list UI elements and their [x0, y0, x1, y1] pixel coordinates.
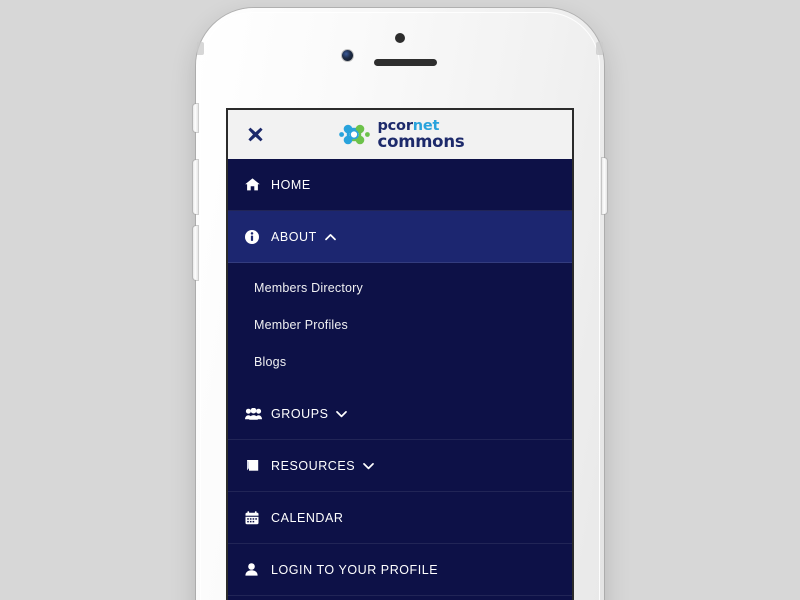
- brand-logo[interactable]: pcornet commons: [339, 117, 465, 151]
- nav-item-calendar[interactable]: CALENDAR: [228, 492, 572, 544]
- submenu-item-blogs[interactable]: Blogs: [228, 343, 572, 380]
- chevron-down-icon[interactable]: [363, 462, 374, 470]
- info-circle-icon: [245, 229, 262, 244]
- users-icon: [245, 407, 262, 420]
- close-icon[interactable]: [238, 110, 272, 159]
- logo-text-net: net: [412, 117, 440, 134]
- proximity-sensor-icon: [395, 33, 405, 43]
- volume-up-button[interactable]: [193, 160, 198, 214]
- logo-wordmark: pcornet commons: [377, 117, 465, 151]
- logo-text-pcor: pcor: [377, 117, 413, 134]
- chevron-up-icon[interactable]: [324, 233, 336, 241]
- submenu-label-member-profiles: Member Profiles: [254, 317, 348, 332]
- nav-label-about: ABOUT: [271, 229, 317, 244]
- book-icon: [245, 459, 262, 472]
- submenu-item-members-directory[interactable]: Members Directory: [228, 269, 572, 306]
- app-header: pcornet commons: [228, 110, 572, 159]
- nav-item-home[interactable]: HOME: [228, 159, 572, 211]
- antenna-band-left: [197, 42, 204, 55]
- submenu-label-members-directory: Members Directory: [254, 280, 363, 295]
- nav-label-home: HOME: [271, 177, 311, 192]
- power-button[interactable]: [602, 158, 607, 214]
- logo-line-pcornet: pcornet: [377, 117, 464, 134]
- screen-bezel: pcornet commons HOME ABOUT Members Direc…: [226, 108, 574, 600]
- volume-down-button[interactable]: [193, 226, 198, 280]
- nav-label-groups: GROUPS: [271, 406, 329, 421]
- nav-item-groups[interactable]: GROUPS: [228, 388, 572, 440]
- navigation-menu: HOME ABOUT Members Directory Member Prof…: [228, 159, 572, 596]
- nav-label-login: LOGIN TO YOUR PROFILE: [271, 562, 439, 577]
- home-icon: [245, 178, 262, 191]
- antenna-band-right: [596, 42, 603, 55]
- submenu-label-blogs: Blogs: [254, 354, 287, 369]
- phone-screen: pcornet commons HOME ABOUT Members Direc…: [228, 110, 572, 600]
- nav-label-resources: RESOURCES: [271, 458, 356, 473]
- page-background: pcornet commons HOME ABOUT Members Direc…: [0, 0, 800, 600]
- chevron-down-icon[interactable]: [336, 410, 348, 418]
- user-icon: [245, 563, 262, 576]
- nav-label-calendar: CALENDAR: [271, 510, 344, 525]
- front-camera-icon: [342, 50, 353, 61]
- speaker-grille-icon: [374, 59, 437, 66]
- calendar-icon: [245, 510, 262, 525]
- phone-device: pcornet commons HOME ABOUT Members Direc…: [193, 8, 607, 600]
- pcornet-molecule-icon: [339, 124, 371, 145]
- silent-switch[interactable]: [193, 104, 198, 132]
- logo-text-commons: commons: [377, 132, 465, 151]
- submenu-item-member-profiles[interactable]: Member Profiles: [228, 306, 572, 343]
- nav-item-about[interactable]: ABOUT: [228, 211, 572, 263]
- nav-item-login[interactable]: LOGIN TO YOUR PROFILE: [228, 544, 572, 596]
- submenu-about: Members Directory Member Profiles Blogs: [228, 263, 572, 388]
- nav-item-resources[interactable]: RESOURCES: [228, 440, 572, 492]
